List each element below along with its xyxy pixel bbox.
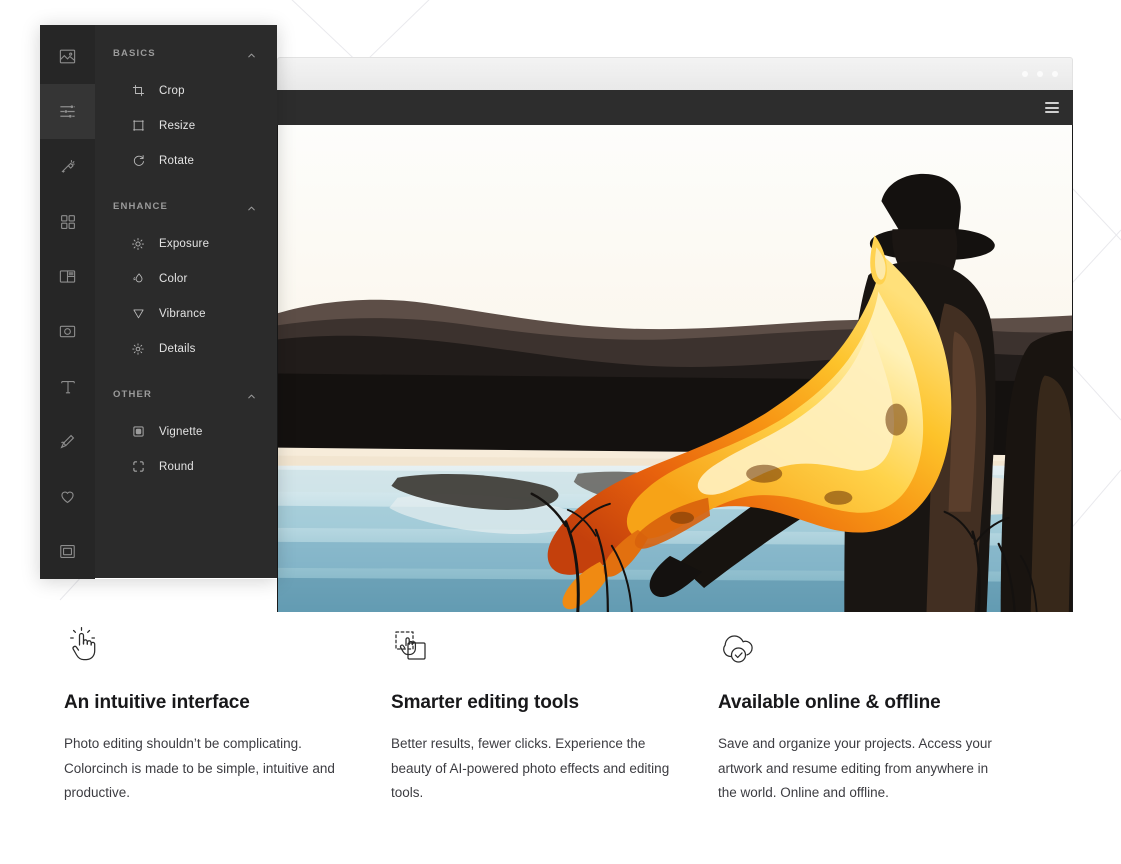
click-hand-icon xyxy=(64,620,355,666)
crop-icon xyxy=(131,84,145,98)
layout-icon xyxy=(58,267,77,286)
rail-item-adjust[interactable] xyxy=(40,84,95,139)
magic-wand-icon xyxy=(58,157,77,176)
round-corners-icon xyxy=(131,460,145,474)
page-root: BASICS Crop Resize Rotate ENHANCE Exposu… xyxy=(0,0,1121,864)
vignette-icon xyxy=(131,425,145,439)
chevron-up-icon[interactable] xyxy=(246,201,257,212)
panel-item-color[interactable]: Color xyxy=(95,261,277,296)
panel-item-exposure[interactable]: Exposure xyxy=(95,226,277,261)
feature-title: Available online & offline xyxy=(718,692,941,713)
heart-icon xyxy=(58,487,77,506)
panel-item-label: Exposure xyxy=(159,237,210,250)
chevron-up-icon[interactable] xyxy=(246,389,257,400)
window-controls[interactable] xyxy=(1022,71,1058,77)
detail-sun-icon xyxy=(131,342,145,356)
panel-group-title: BASICS xyxy=(113,47,156,59)
brush-icon xyxy=(58,432,77,451)
chevron-up-icon[interactable] xyxy=(246,48,257,59)
camera-icon xyxy=(58,322,77,341)
rail-item-text[interactable] xyxy=(40,359,95,414)
rail-item-effects[interactable] xyxy=(40,139,95,194)
rail-item-favorites[interactable] xyxy=(40,469,95,524)
panel-group-title: ENHANCE xyxy=(113,200,169,212)
panel-group-header-other[interactable]: OTHER xyxy=(95,374,277,414)
panel-item-label: Crop xyxy=(159,84,185,97)
app-toolbar xyxy=(277,90,1073,125)
triangle-down-icon xyxy=(131,307,145,321)
sun-icon xyxy=(131,237,145,251)
panel-item-label: Color xyxy=(159,272,188,285)
image-icon xyxy=(58,47,77,66)
window-dot[interactable] xyxy=(1037,71,1043,77)
feature-card: An intuitive interface Photo editing sho… xyxy=(64,620,391,864)
sliders-icon xyxy=(58,102,77,121)
panel-item-vibrance[interactable]: Vibrance xyxy=(95,296,277,331)
panel-group-title: OTHER xyxy=(113,388,152,400)
hero-app-mockup: BASICS Crop Resize Rotate ENHANCE Exposu… xyxy=(0,0,1121,612)
tool-rail xyxy=(40,25,95,579)
panel-item-label: Details xyxy=(159,342,196,355)
panel-group-header-enhance[interactable]: ENHANCE xyxy=(95,186,277,226)
rail-item-camera[interactable] xyxy=(40,304,95,359)
panel-item-label: Round xyxy=(159,460,194,473)
feature-description: Photo editing shouldn’t be complicating.… xyxy=(64,736,335,800)
panel-item-resize[interactable]: Resize xyxy=(95,108,277,143)
panel-item-crop[interactable]: Crop xyxy=(95,73,277,108)
panel-item-label: Rotate xyxy=(159,154,195,167)
rail-item-overlays[interactable] xyxy=(40,194,95,249)
feature-card: Available online & offline Save and orga… xyxy=(718,620,1045,864)
panel-group-header-basics[interactable]: BASICS xyxy=(95,33,277,73)
edited-photo xyxy=(278,125,1072,612)
panel-item-round[interactable]: Round xyxy=(95,449,277,484)
feature-description: Better results, fewer clicks. Experience… xyxy=(391,736,670,800)
panel-item-label: Resize xyxy=(159,119,196,132)
feature-description: Save and organize your projects. Access … xyxy=(718,736,992,800)
browser-window xyxy=(277,57,1073,612)
select-object-icon xyxy=(391,620,682,666)
rail-item-border[interactable] xyxy=(40,524,95,579)
text-t-icon xyxy=(58,377,78,397)
panel-item-label: Vibrance xyxy=(159,307,206,320)
panel-item-label: Vignette xyxy=(159,425,203,438)
window-dot[interactable] xyxy=(1052,71,1058,77)
rail-item-frames[interactable] xyxy=(40,249,95,304)
window-dot[interactable] xyxy=(1022,71,1028,77)
cloud-check-icon xyxy=(718,620,1009,666)
rail-item-photo[interactable] xyxy=(40,29,95,84)
feature-title: An intuitive interface xyxy=(64,692,250,713)
editor-sidebar: BASICS Crop Resize Rotate ENHANCE Exposu… xyxy=(40,25,277,579)
tool-panel: BASICS Crop Resize Rotate ENHANCE Exposu… xyxy=(95,25,277,578)
feature-title: Smarter editing tools xyxy=(391,692,579,713)
panel-item-details[interactable]: Details xyxy=(95,331,277,366)
window-titlebar xyxy=(277,57,1073,90)
rotate-icon xyxy=(131,154,145,168)
feature-card: Smarter editing tools Better results, fe… xyxy=(391,620,718,864)
panel-item-rotate[interactable]: Rotate xyxy=(95,143,277,178)
hamburger-icon[interactable] xyxy=(1045,102,1059,113)
square-frame-icon xyxy=(58,542,77,561)
rail-item-draw[interactable] xyxy=(40,414,95,469)
panel-item-vignette[interactable]: Vignette xyxy=(95,414,277,449)
droplet-icon xyxy=(131,272,145,286)
photo-canvas[interactable] xyxy=(277,125,1073,612)
features-section: An intuitive interface Photo editing sho… xyxy=(0,620,1121,864)
grid-icon xyxy=(59,213,77,231)
resize-icon xyxy=(131,119,145,133)
